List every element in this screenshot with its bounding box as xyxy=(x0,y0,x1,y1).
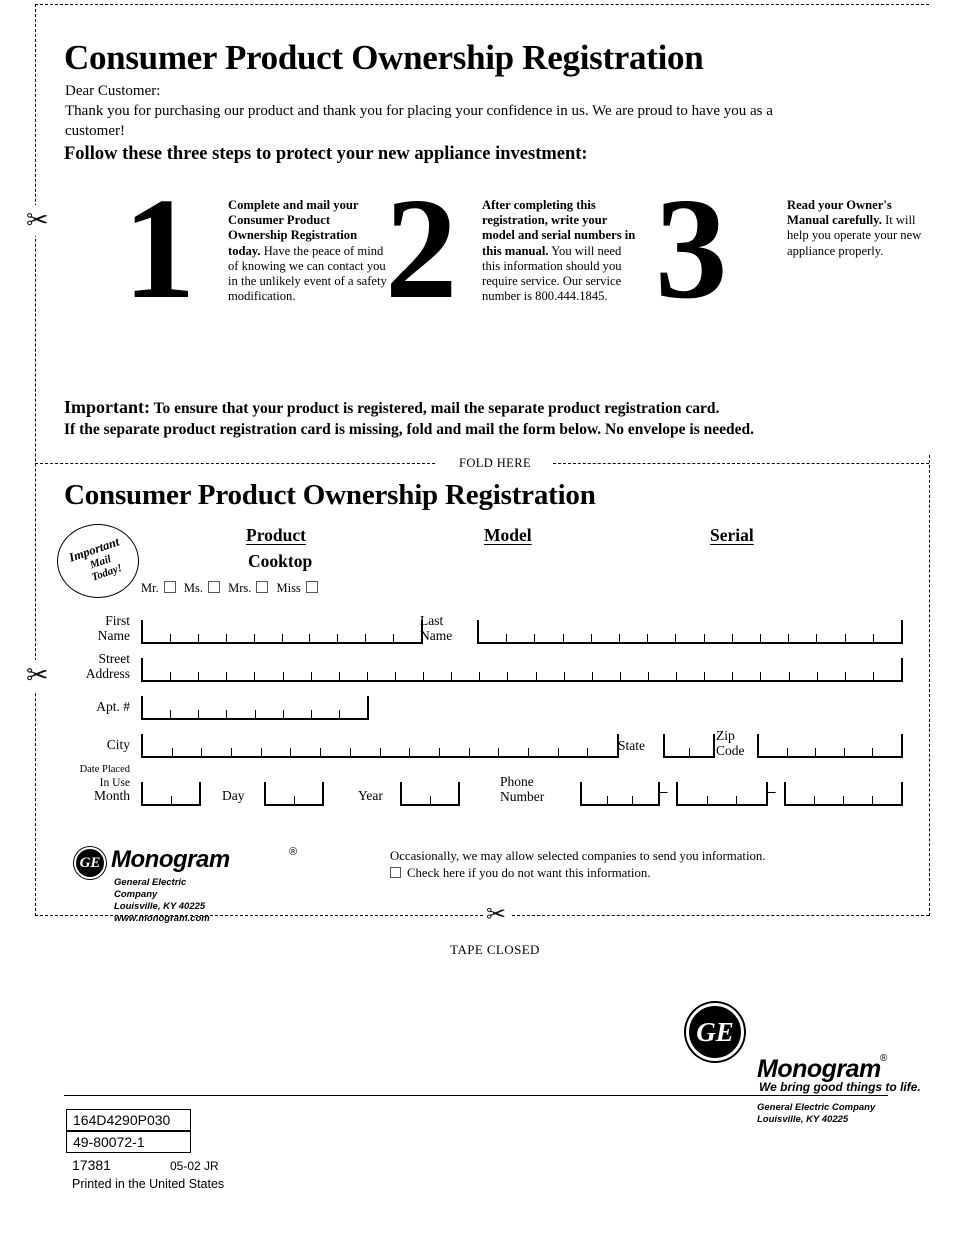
input-street-address[interactable] xyxy=(141,658,903,682)
company-address: General Electric Company Louisville, KY … xyxy=(114,877,210,925)
title-checkbox-group: Mr. Ms. Mrs. Miss xyxy=(141,581,323,596)
footer-divider xyxy=(64,1095,888,1096)
footer-city-state: Louisville, KY 40225 xyxy=(757,1114,849,1125)
step-1-text: Complete and mail your Consumer Product … xyxy=(228,198,388,304)
thank-you-paragraph: Thank you for purchasing our product and… xyxy=(65,103,773,139)
step-3-text: Read your Owner's Manual carefully. It w… xyxy=(787,198,927,259)
date-code: 05-02 JR xyxy=(170,1159,219,1173)
input-month[interactable] xyxy=(141,782,201,806)
title-checkbox-mrs[interactable] xyxy=(256,581,269,593)
registration-document: ✂ ✂ Consumer Product Ownership Registrat… xyxy=(0,0,954,1235)
label-phone: Phone Number xyxy=(500,774,545,804)
title-checkbox-miss[interactable] xyxy=(305,581,318,593)
fold-line-right xyxy=(553,463,929,464)
title-label-ms: Ms. xyxy=(183,581,203,595)
tagline: We bring good things to life. xyxy=(759,1080,921,1094)
title-label-miss: Miss xyxy=(276,581,301,595)
important-line-2: If the separate product registration car… xyxy=(64,421,755,438)
cut-line-bottom-left xyxy=(35,915,483,916)
part-number-3: 17381 xyxy=(72,1157,111,1173)
label-day: Day xyxy=(222,788,245,803)
step-3-number: 3 xyxy=(655,169,728,329)
title-label-mr: Mr. xyxy=(141,581,159,595)
phone-separator-1: – xyxy=(660,784,668,800)
ge-logo-icon: GE xyxy=(74,847,106,879)
label-last-name: Last Name xyxy=(420,613,453,643)
input-city[interactable] xyxy=(141,734,619,758)
optout-row: Check here if you do not want this infor… xyxy=(390,865,766,882)
step-2-text: After completing this registration, writ… xyxy=(482,198,642,304)
optout-line-2: Check here if you do not want this infor… xyxy=(407,866,651,880)
fold-here-label: FOLD HERE xyxy=(458,456,531,470)
optout-checkbox[interactable] xyxy=(390,867,401,878)
important-notice: Important: To ensure that your product i… xyxy=(64,397,924,440)
input-apt[interactable] xyxy=(141,696,369,720)
title-checkbox-ms[interactable] xyxy=(207,581,220,593)
input-phone-area[interactable] xyxy=(580,782,660,806)
phone-separator-2: – xyxy=(768,784,776,800)
tape-closed-label: TAPE CLOSED xyxy=(450,942,540,957)
label-street-address: Street Address xyxy=(85,651,130,681)
input-year[interactable] xyxy=(400,782,460,806)
salutation: Dear Customer: xyxy=(65,83,161,99)
step-2-number: 2 xyxy=(385,169,458,329)
title-label-mrs: Mrs. xyxy=(228,581,252,595)
important-label: Important: xyxy=(64,397,150,417)
scissors-icon: ✂ xyxy=(26,660,49,691)
printed-in-label: Printed in the United States xyxy=(72,1177,225,1191)
label-apt: Apt. # xyxy=(96,699,130,714)
input-phone-line[interactable] xyxy=(784,782,903,806)
input-zip[interactable] xyxy=(757,734,903,758)
follow-steps-heading: Follow these three steps to protect your… xyxy=(64,144,588,164)
company-city-state: Louisville, KY 40225 xyxy=(114,901,206,912)
column-header-model: Model xyxy=(484,525,532,545)
label-zip: Zip Code xyxy=(716,728,745,758)
title-checkbox-mr[interactable] xyxy=(163,581,176,593)
optout-line-1: Occasionally, we may allow selected comp… xyxy=(390,849,766,863)
label-first-name: First Name xyxy=(97,613,130,643)
cut-line-right xyxy=(929,455,930,916)
fold-line-left xyxy=(35,463,435,464)
step-1-number: 1 xyxy=(123,169,196,329)
scissors-icon: ✂ xyxy=(483,903,510,927)
page-title: Consumer Product Ownership Registration xyxy=(64,38,704,77)
part-number-2: 49-80072-1 xyxy=(66,1131,191,1153)
cut-line-bottom-right xyxy=(512,915,929,916)
company-name: General Electric Company xyxy=(114,877,187,900)
input-last-name[interactable] xyxy=(477,620,903,644)
ge-logo-icon-footer: GE xyxy=(686,1003,744,1061)
label-state: State xyxy=(618,738,645,753)
registered-mark-icon: ® xyxy=(289,846,298,858)
column-header-serial: Serial xyxy=(710,525,754,545)
input-day[interactable] xyxy=(264,782,324,806)
step-3-bold: Read your Owner's Manual carefully. xyxy=(787,198,892,228)
scissors-icon: ✂ xyxy=(26,205,49,236)
input-state[interactable] xyxy=(663,734,715,758)
important-line-1: To ensure that your product is registere… xyxy=(153,400,720,417)
input-first-name[interactable] xyxy=(141,620,423,644)
product-value: Cooktop xyxy=(248,551,313,571)
input-phone-prefix[interactable] xyxy=(676,782,768,806)
label-month: Month xyxy=(93,788,130,803)
registered-mark-icon-footer: ® xyxy=(880,1053,888,1064)
label-year: Year xyxy=(358,788,383,803)
card-title: Consumer Product Ownership Registration xyxy=(64,479,596,511)
column-header-product: Product xyxy=(246,525,306,545)
label-city: City xyxy=(106,737,130,752)
cut-line-top xyxy=(35,4,929,5)
monogram-wordmark: Monogram xyxy=(111,846,230,873)
cut-line-left xyxy=(35,4,36,916)
optout-block: Occasionally, we may allow selected comp… xyxy=(390,848,766,882)
footer-company-name: General Electric Company xyxy=(757,1102,876,1113)
footer-address: General Electric Company Louisville, KY … xyxy=(757,1102,875,1126)
part-number-1: 164D4290P030 xyxy=(66,1109,191,1131)
important-mail-today-stamp: Important Mail Today! xyxy=(57,524,139,598)
